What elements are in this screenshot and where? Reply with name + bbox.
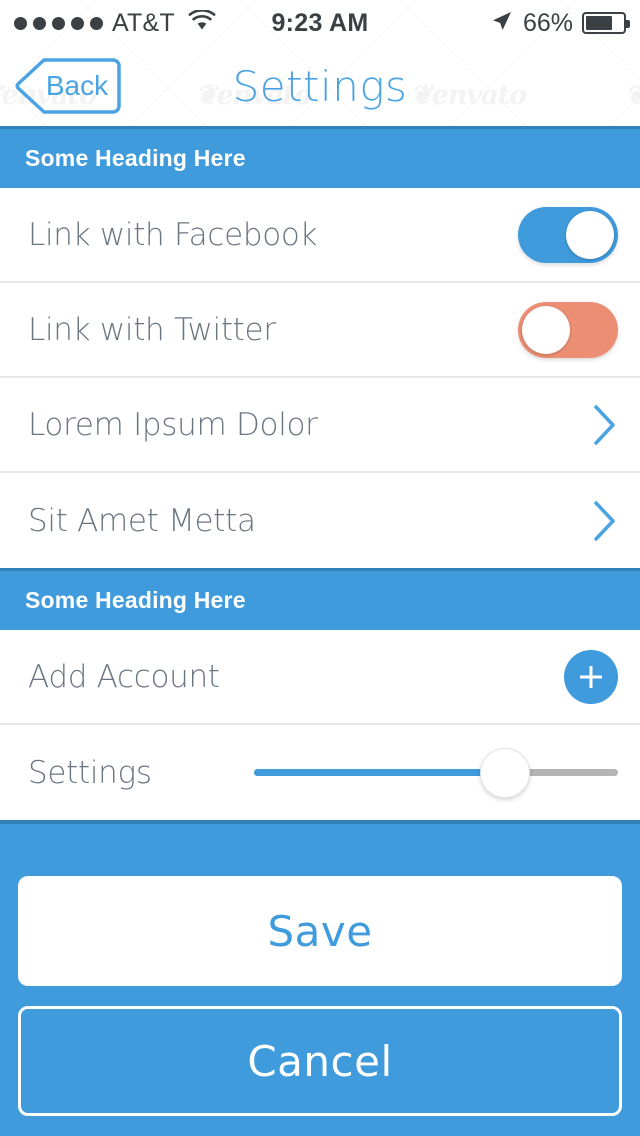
row-control bbox=[592, 403, 618, 447]
section-heading-2: Some Heading Here bbox=[0, 568, 640, 630]
slider-knob[interactable] bbox=[480, 747, 531, 798]
phone-screen: ❦envato❦envato❦envato❦envato❦envato❦enva… bbox=[0, 0, 640, 1136]
row-add-account[interactable]: Add Account bbox=[0, 630, 640, 725]
row-label: Add Account bbox=[28, 658, 220, 695]
settings-list-2: Add Account Settings bbox=[0, 630, 640, 820]
row-settings-slider[interactable]: Settings bbox=[0, 725, 640, 820]
row-label: Sit Amet Metta bbox=[28, 502, 256, 539]
plus-icon bbox=[580, 665, 602, 688]
status-bar: AT&T 9:23 AM 66% bbox=[0, 0, 640, 46]
twitter-toggle[interactable] bbox=[518, 301, 618, 358]
navigation-bar: Back Settings bbox=[0, 46, 640, 126]
row-control bbox=[592, 499, 618, 543]
slider-fill bbox=[254, 769, 506, 776]
chevron-right-icon bbox=[594, 500, 615, 541]
settings-list-1: Link with Facebook Link with Twitter Lor… bbox=[0, 188, 640, 568]
battery-icon bbox=[582, 12, 630, 34]
toggle-knob bbox=[566, 210, 614, 259]
add-account-button[interactable] bbox=[564, 649, 618, 704]
settings-slider[interactable] bbox=[254, 745, 618, 801]
row-control bbox=[564, 649, 618, 704]
battery-fill bbox=[586, 16, 613, 30]
row-label: Lorem Ipsum Dolor bbox=[28, 406, 318, 443]
row-control bbox=[518, 301, 618, 358]
row-link-facebook[interactable]: Link with Facebook bbox=[0, 188, 640, 283]
section-heading-1: Some Heading Here bbox=[0, 126, 640, 188]
footer-actions: Save Cancel bbox=[0, 820, 640, 1136]
row-link-twitter[interactable]: Link with Twitter bbox=[0, 283, 640, 378]
row-lorem-ipsum-dolor[interactable]: Lorem Ipsum Dolor bbox=[0, 378, 640, 473]
save-button[interactable]: Save bbox=[18, 876, 622, 986]
facebook-toggle[interactable] bbox=[518, 206, 618, 263]
chevron-right-icon bbox=[594, 404, 615, 445]
row-label: Link with Twitter bbox=[28, 311, 276, 348]
row-sit-amet-metta[interactable]: Sit Amet Metta bbox=[0, 473, 640, 568]
row-label: Settings bbox=[28, 754, 152, 791]
row-label: Link with Facebook bbox=[28, 216, 318, 253]
page-title: Settings bbox=[232, 61, 408, 111]
cancel-button[interactable]: Cancel bbox=[18, 1006, 622, 1116]
toggle-knob bbox=[522, 305, 570, 354]
status-bar-clock: 9:23 AM bbox=[271, 8, 369, 37]
row-control bbox=[518, 206, 618, 263]
